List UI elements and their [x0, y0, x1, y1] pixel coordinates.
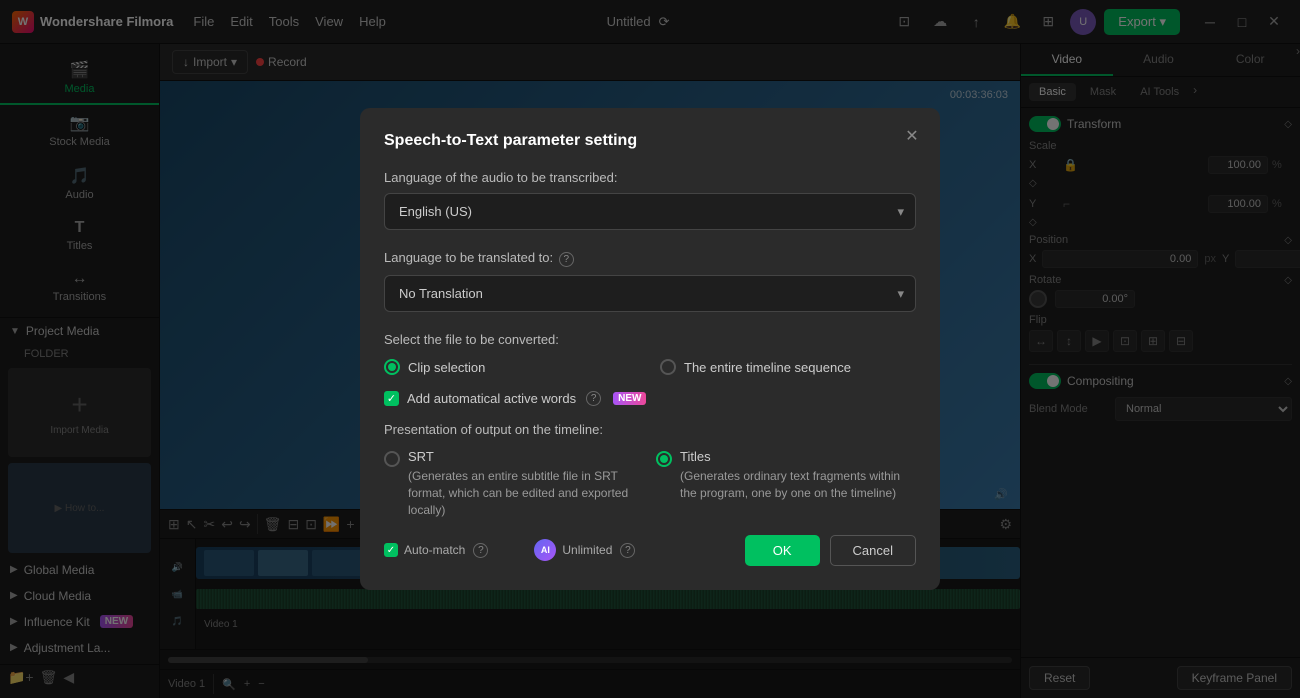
auto-match-label: Auto-match: [404, 543, 465, 557]
clip-selection-radio[interactable]: [384, 359, 400, 375]
titles-label: Titles: [680, 449, 916, 464]
auto-match-row: ✓ Auto-match ?: [384, 543, 488, 558]
ok-button[interactable]: OK: [745, 535, 820, 566]
file-select-options: Clip selection The entire timeline seque…: [384, 359, 916, 375]
srt-label: SRT: [408, 449, 644, 464]
srt-description: (Generates an entire subtitle file in SR…: [408, 468, 644, 518]
modal-close-button[interactable]: ✕: [900, 124, 924, 148]
auto-match-checkbox[interactable]: ✓: [384, 543, 398, 557]
modal-title: Speech-to-Text parameter setting: [384, 132, 916, 150]
titles-radio[interactable]: [656, 451, 672, 467]
active-words-help-icon[interactable]: ?: [586, 391, 601, 406]
check-icon: ✓: [387, 392, 396, 405]
active-words-new-badge: NEW: [613, 392, 646, 405]
lang-audio-select[interactable]: English (US): [384, 193, 916, 230]
srt-option[interactable]: SRT (Generates an entire subtitle file i…: [384, 449, 644, 518]
add-active-words-label: Add automatical active words: [407, 391, 576, 406]
entire-timeline-label: The entire timeline sequence: [684, 360, 851, 375]
clip-selection-label: Clip selection: [408, 360, 485, 375]
add-active-words-checkbox[interactable]: ✓: [384, 391, 399, 406]
titles-option[interactable]: Titles (Generates ordinary text fragment…: [656, 449, 916, 518]
lang-translate-label: Language to be translated to: ?: [384, 250, 916, 267]
modal-footer-buttons: OK Cancel: [745, 535, 916, 566]
lang-audio-label: Language of the audio to be transcribed:: [384, 170, 916, 185]
output-section: Presentation of output on the timeline: …: [384, 422, 916, 518]
srt-radio[interactable]: [384, 451, 400, 467]
titles-option-content: Titles (Generates ordinary text fragment…: [680, 449, 916, 518]
srt-option-content: SRT (Generates an entire subtitle file i…: [408, 449, 644, 518]
speech-to-text-modal: Speech-to-Text parameter setting ✕ Langu…: [360, 108, 940, 589]
entire-timeline-option[interactable]: The entire timeline sequence: [660, 359, 916, 375]
translate-help-icon[interactable]: ?: [559, 252, 574, 267]
clip-selection-radio-dot: [388, 363, 396, 371]
unlimited-row: AI Unlimited ?: [534, 539, 635, 561]
auto-match-help-icon[interactable]: ?: [473, 543, 488, 558]
modal-footer-left: ✓ Auto-match ? AI Unlimited ?: [384, 539, 635, 561]
file-select-label: Select the file to be converted:: [384, 332, 916, 347]
titles-description: (Generates ordinary text fragments withi…: [680, 468, 916, 502]
titles-radio-dot: [660, 455, 668, 463]
lang-audio-select-wrapper: English (US) ▾: [384, 193, 916, 230]
modal-overlay: Speech-to-Text parameter setting ✕ Langu…: [0, 0, 1300, 698]
entire-timeline-radio[interactable]: [660, 359, 676, 375]
output-options: SRT (Generates an entire subtitle file i…: [384, 449, 916, 518]
ai-icon: AI: [534, 539, 556, 561]
modal-footer: ✓ Auto-match ? AI Unlimited ? OK Cancel: [384, 535, 916, 566]
unlimited-label: Unlimited: [562, 543, 612, 557]
add-active-words-row: ✓ Add automatical active words ? NEW: [384, 391, 916, 406]
auto-match-check-icon: ✓: [387, 545, 395, 556]
clip-selection-option[interactable]: Clip selection: [384, 359, 640, 375]
lang-translate-select-wrapper: No Translation ▾: [384, 275, 916, 312]
cancel-button[interactable]: Cancel: [830, 535, 916, 566]
output-label: Presentation of output on the timeline:: [384, 422, 916, 437]
lang-translate-select[interactable]: No Translation: [384, 275, 916, 312]
unlimited-help-icon[interactable]: ?: [620, 543, 635, 558]
